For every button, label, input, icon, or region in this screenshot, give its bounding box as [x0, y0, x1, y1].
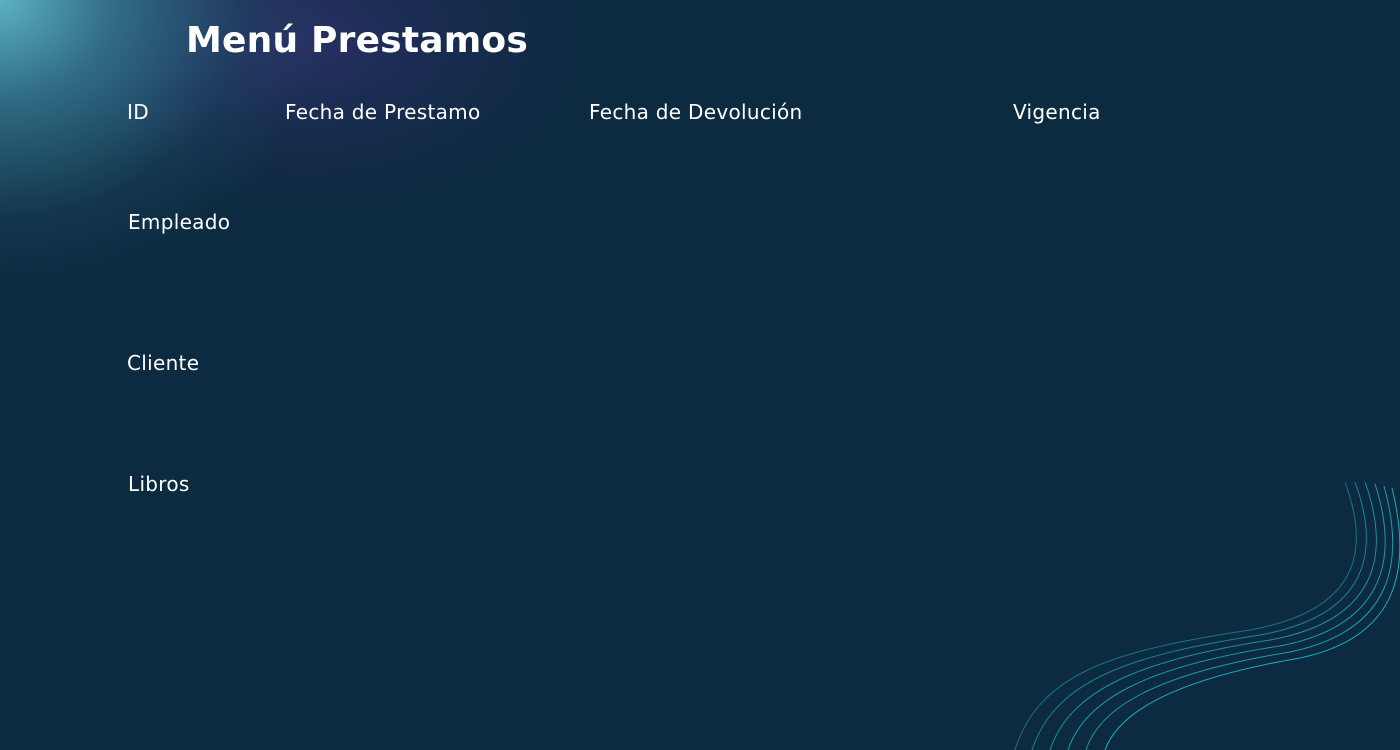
- field-label-vigencia: Vigencia: [1013, 100, 1101, 124]
- field-label-fecha-devolucion: Fecha de Devolución: [589, 100, 803, 124]
- field-label-empleado: Empleado: [128, 210, 231, 234]
- decorative-waves: [1014, 481, 1400, 750]
- field-label-libros: Libros: [128, 472, 190, 496]
- field-label-id: ID: [127, 100, 149, 124]
- field-label-fecha-prestamo: Fecha de Prestamo: [285, 100, 481, 124]
- page-title: Menú Prestamos: [186, 20, 528, 61]
- field-label-cliente: Cliente: [127, 351, 200, 375]
